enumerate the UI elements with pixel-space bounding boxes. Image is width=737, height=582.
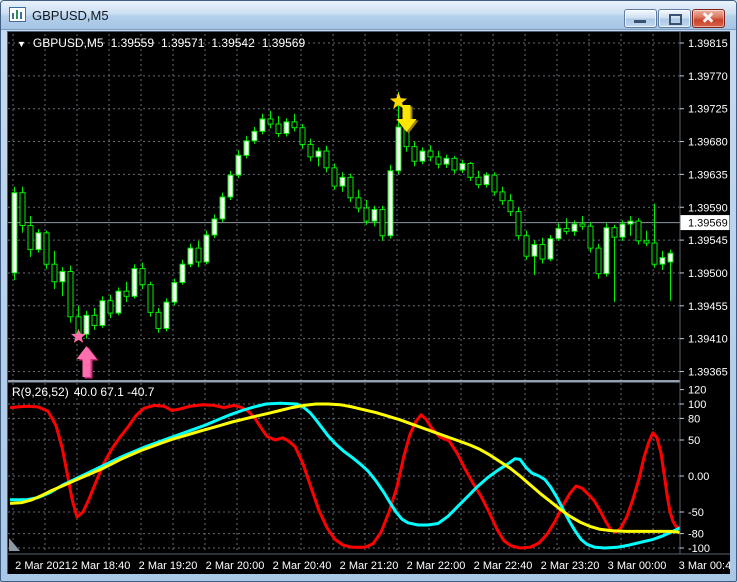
symbol-label: GBPUSD,M5 [32,36,104,50]
minimize-button[interactable] [624,9,657,28]
chart-icon[interactable] [9,7,26,22]
price-scale[interactable] [680,32,730,554]
low-value: 1.39542 [211,36,255,50]
title-bar[interactable]: GBPUSD,M5 [1,1,736,30]
time-scale[interactable] [8,554,730,574]
pane-separator[interactable] [8,379,730,384]
close-value: 1.39569 [261,36,306,50]
chart-area[interactable]: 1.39815 1.39770 1.39725 1.39680 1.39635 1.395… [7,31,730,574]
maximize-icon [669,14,682,25]
indicator-name: R(9,26,52) [12,385,69,399]
symbol-ohlc-line: ▼ GBPUSD,M5 1.39559 1.39571 1.39542 1.39569 [17,36,312,50]
high-value: 1.39571 [161,36,205,50]
chart-window: GBPUSD,M5 1.39815 1.39770 1.39725 1.39680 1.… [0,0,737,582]
close-button[interactable] [692,9,725,28]
indicator-label-line: R(9,26,52) 40.0 67.1 -40.7 [12,385,161,399]
open-value: 1.39559 [110,36,154,50]
window-title: GBPUSD,M5 [32,8,109,23]
indicator-resize-grip[interactable] [8,540,22,554]
indicator-values: 40.0 67.1 -40.7 [73,385,155,399]
minimize-icon [634,20,646,23]
chart-canvas[interactable]: 1.398151.397701.397251.396801.396351.395… [8,32,730,574]
maximize-button[interactable] [658,9,691,28]
chevron-down-icon[interactable]: ▼ [17,39,26,49]
